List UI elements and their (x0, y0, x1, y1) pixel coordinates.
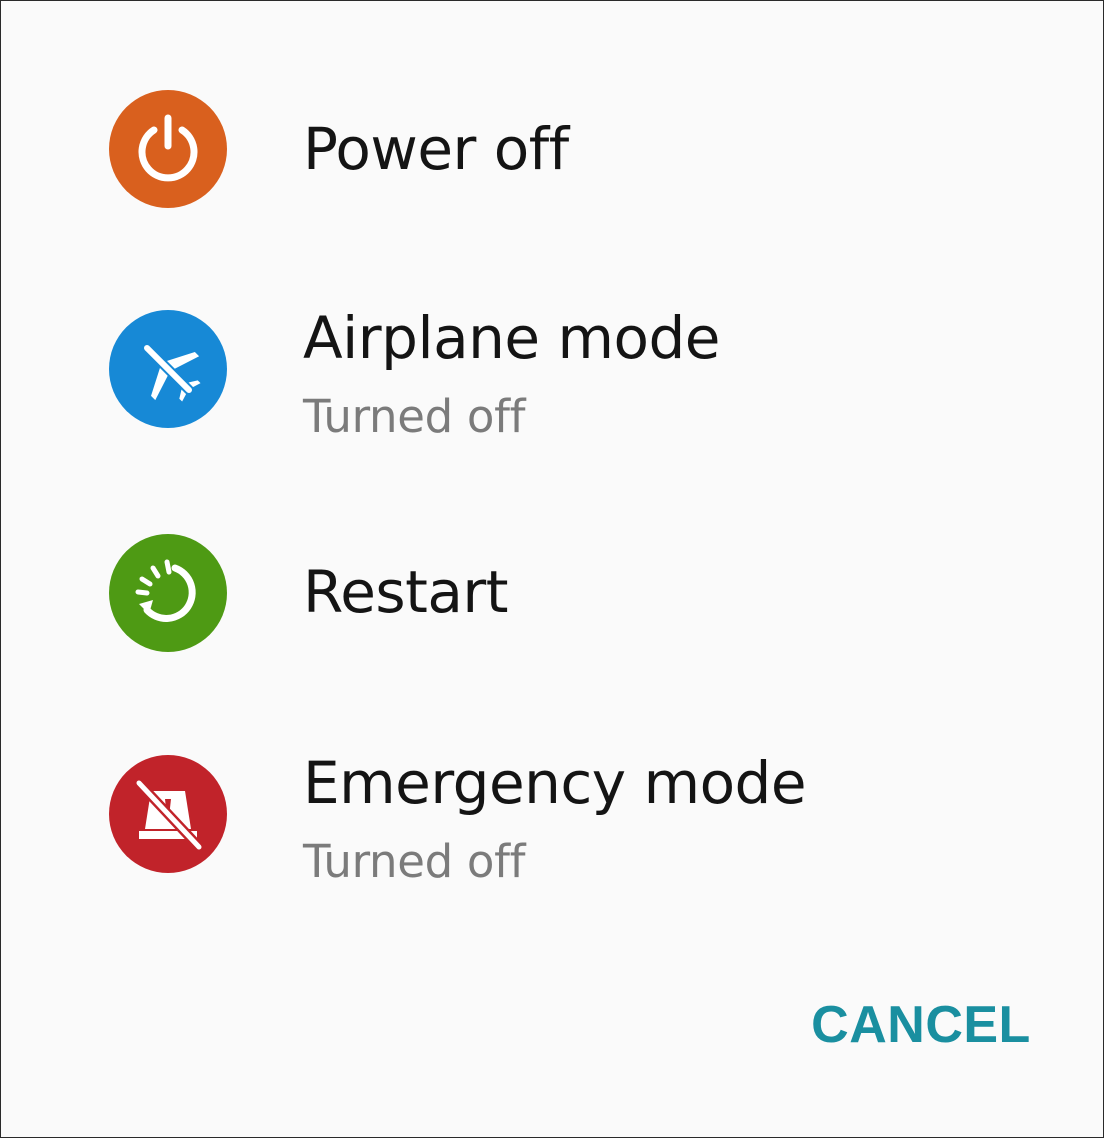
emergency-mode-status: Turned off (303, 835, 526, 888)
airplane-mode-label: Airplane mode (303, 304, 720, 372)
airplane-mode-status: Turned off (303, 390, 526, 443)
power-options-dialog: Power off Airplane mode Turned off Resta… (0, 0, 1104, 1138)
emergency-mode-option[interactable]: Emergency mode Turned off (81, 731, 1021, 901)
restart-label: Restart (303, 558, 508, 626)
airplane-mode-option[interactable]: Airplane mode Turned off (81, 286, 1021, 456)
power-off-label: Power off (303, 115, 569, 183)
airplane-off-icon (109, 310, 227, 428)
emergency-mode-label: Emergency mode (303, 749, 807, 817)
emergency-off-icon (109, 755, 227, 873)
cancel-button[interactable]: CANCEL (791, 985, 1051, 1065)
power-icon (109, 90, 227, 208)
power-off-option[interactable]: Power off (81, 71, 1021, 241)
restart-option[interactable]: Restart (81, 516, 1021, 686)
restart-icon (109, 534, 227, 652)
